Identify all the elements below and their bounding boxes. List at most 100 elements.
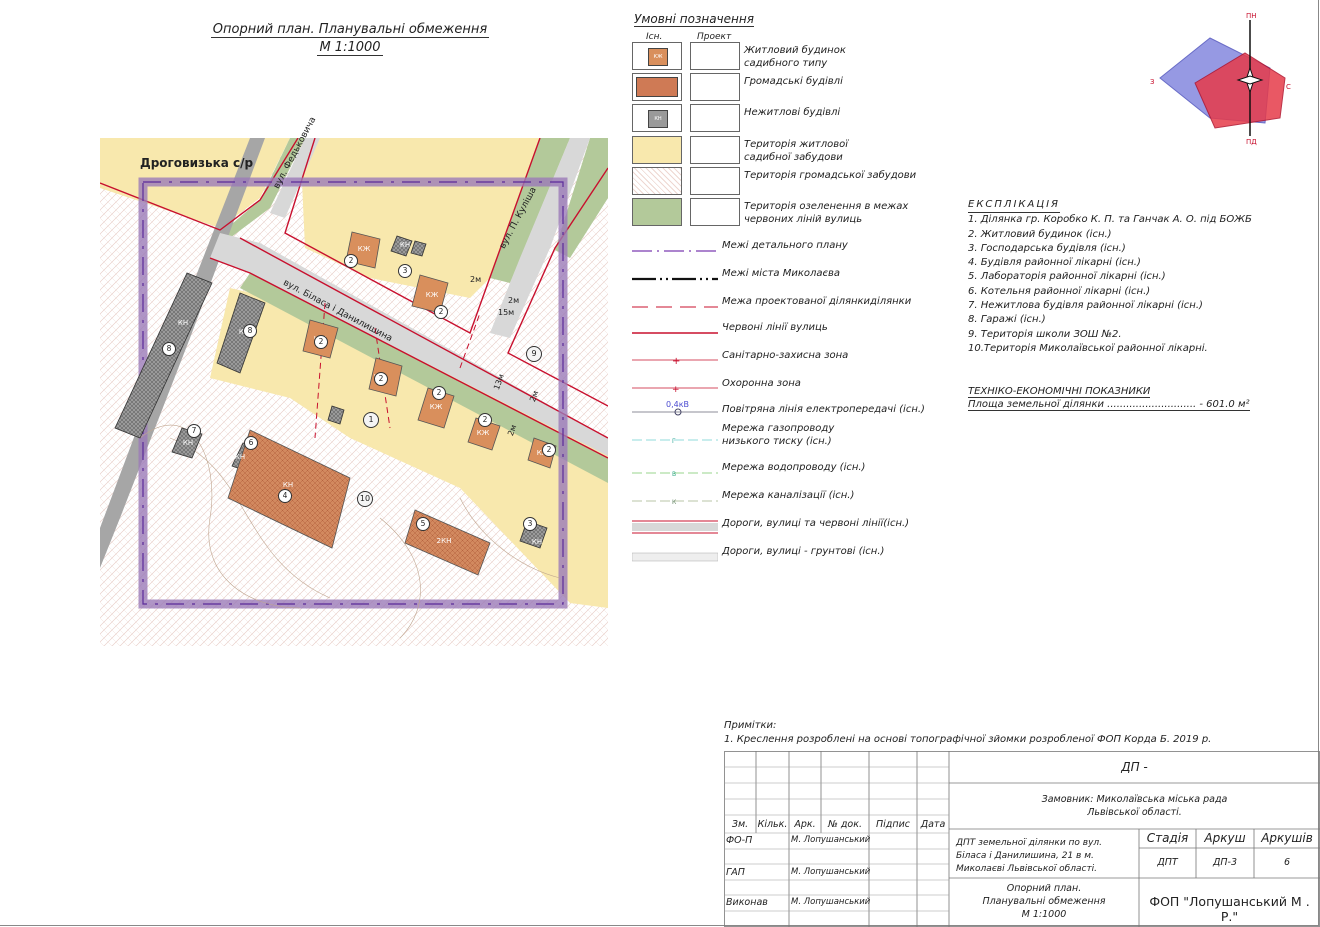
explication-item-6: 6. Котельня районної лікарні (існ.) bbox=[968, 285, 1151, 297]
tep-area-row: Площа земельної ділянки ................… bbox=[968, 399, 1250, 411]
stamp-stage: ДПТ bbox=[1157, 857, 1178, 868]
map-label-street-fedkovych: вул. Федьковича bbox=[272, 115, 319, 191]
building-code-label: КН bbox=[399, 241, 411, 249]
drawing-title: Опорний план. Планувальні обмеження М 1:… bbox=[180, 22, 520, 56]
explication: ЕКСПЛІКАЦІЯ 1. Ділянка гр. Коробко К. П.… bbox=[968, 198, 1252, 356]
legend-label-3: Нежитлові будівлі bbox=[744, 107, 841, 118]
explication-item-4: 4. Будівля районної лікарні (існ.) bbox=[968, 257, 1141, 269]
map-label-street-kulish: вул. П. Куліша bbox=[498, 185, 539, 251]
svg-text:В: В bbox=[672, 471, 676, 478]
building-number-marker: 2 bbox=[542, 443, 556, 457]
stamp-name-2: М. Лопушанський bbox=[791, 867, 871, 877]
stamp-customer: Замовник: Миколаївська міська рада Львів… bbox=[1041, 794, 1228, 818]
legend-label-7: Межі детального плану bbox=[722, 240, 848, 251]
legend-swatch-project-5 bbox=[690, 167, 740, 195]
tep: ТЕХНІКО-ЕКОНОМІЧНІ ПОКАЗНИКИ Площа земел… bbox=[968, 386, 1250, 411]
building-number-marker: 5 bbox=[416, 517, 430, 531]
legend-swatch-existing-1: КЖ bbox=[632, 42, 682, 70]
stamp-h-sign: Підпис bbox=[876, 819, 910, 830]
svg-text:Г: Г bbox=[672, 438, 676, 445]
building-number-marker: 2 bbox=[374, 372, 388, 386]
legend-line-symbol-17 bbox=[632, 519, 718, 538]
explication-title: ЕКСПЛІКАЦІЯ bbox=[968, 198, 1060, 214]
compass-w: З bbox=[1150, 78, 1155, 86]
building-code-label: КЖ bbox=[357, 245, 371, 253]
explication-item-5: 5. Лабораторія районної лікарні (існ.) bbox=[968, 271, 1166, 283]
explication-item-9: 9. Територія школи ЗОШ №2. bbox=[968, 328, 1122, 340]
legend-label-1: Житловий будинок садибного типу bbox=[744, 45, 846, 69]
stamp-h-kilk: Кільк. bbox=[757, 819, 788, 830]
legend-swatch-existing-4 bbox=[632, 136, 682, 164]
legend-swatch-project-6 bbox=[690, 198, 740, 226]
map-label-dim-2m-c: 2м bbox=[506, 423, 519, 438]
building-number-marker: 8 bbox=[243, 324, 257, 338]
legend-label-9: Межа проектованої ділянкиділянки bbox=[722, 296, 912, 307]
legend-line-symbol-9 bbox=[632, 297, 718, 316]
stamp-h-zm: Зм. bbox=[731, 819, 749, 830]
building-number-marker: 3 bbox=[398, 264, 412, 278]
stamp-drawing: Опорний план. Планувальні обмеження М 1:… bbox=[982, 883, 1106, 920]
legend-line-symbol-13: 0,4кВ bbox=[632, 399, 718, 421]
legend-line-symbol-14: Г bbox=[632, 430, 718, 449]
legend-line-symbol-8 bbox=[632, 269, 718, 288]
tep-title: ТЕХНІКО-ЕКОНОМІЧНІ ПОКАЗНИКИ bbox=[968, 386, 1151, 398]
legend-swatch-project-2 bbox=[690, 73, 740, 101]
plot-marker-9: 9 bbox=[526, 346, 542, 362]
legend-swatch-existing-5 bbox=[632, 167, 682, 195]
compass-n: ПН bbox=[1246, 12, 1257, 20]
building-number-marker: 4 bbox=[278, 489, 292, 503]
building-code-label: КЖ bbox=[476, 429, 490, 437]
map-label-settlement: Дроговизька с/р bbox=[140, 156, 254, 170]
building-number-marker: 2 bbox=[434, 305, 448, 319]
title-scale: М 1:1000 bbox=[317, 40, 383, 56]
building-code-label: КЖ bbox=[425, 291, 439, 299]
building-number-marker: 7 bbox=[187, 424, 201, 438]
legend-swatch-project-3 bbox=[690, 104, 740, 132]
building-code-label: КН bbox=[177, 319, 189, 327]
notes-title: Примітки: bbox=[724, 720, 777, 731]
plot-marker-10: 10 bbox=[357, 491, 373, 507]
title-block: Зм. Кільк. Арк. № док. Підпис Дата ФО-П … bbox=[724, 751, 1320, 927]
stamp-stage-header: Стадія bbox=[1146, 831, 1189, 845]
building-code-label: 2КН bbox=[436, 537, 452, 545]
building-number-marker: 6 bbox=[244, 436, 258, 450]
legend-label-10: Червоні лінії вулиць bbox=[722, 322, 828, 333]
legend-label-18: Дороги, вулиці - грунтові (існ.) bbox=[722, 546, 885, 557]
map-label-dim-13m: 13м bbox=[492, 372, 507, 392]
explication-list: 1. Ділянка гр. Коробко К. П. та Ганчак А… bbox=[968, 213, 1252, 356]
legend-label-5: Територія громадської забудови bbox=[744, 170, 917, 181]
legend-label-8: Межі міста Миколаєва bbox=[722, 268, 841, 279]
stamp-project: ДПТ земельної ділянки по вул. Біласа і Д… bbox=[956, 838, 1103, 874]
building-number-marker: 2 bbox=[432, 386, 446, 400]
wind-rose: ПН ПД З С bbox=[1150, 12, 1291, 146]
stamp-code: ДП - bbox=[1121, 760, 1148, 774]
legend-label-14: Мережа газопроводу низького тиску (існ.) bbox=[722, 423, 835, 447]
building-number-marker: 2 bbox=[478, 413, 492, 427]
svg-text:К: К bbox=[672, 499, 677, 506]
stamp-firm: ФОП "Лопушанський М . Р." bbox=[1149, 894, 1310, 924]
building-number-marker: 2 bbox=[344, 254, 358, 268]
explication-item-3: 3. Господарська будівля (існ.) bbox=[968, 242, 1126, 254]
compass-s: ПД bbox=[1246, 138, 1257, 146]
legend-swatch-existing-6 bbox=[632, 198, 682, 226]
building-number-marker: 2 bbox=[314, 335, 328, 349]
compass-e: С bbox=[1286, 83, 1291, 91]
stamp-role-2: ГАП bbox=[726, 867, 745, 878]
map-labels: Дроговизька с/р вул. Федьковича вул. Білас… bbox=[100, 115, 608, 646]
stamp-sheet-header: Аркуш bbox=[1204, 831, 1246, 845]
building-code-label: КЖ bbox=[429, 403, 443, 411]
legend-col-existing: Існ. bbox=[646, 32, 663, 42]
map-label-street-bilas: вул. Біласа і Данилишина bbox=[281, 278, 394, 345]
notes: Примітки: 1. Креслення розроблені на осн… bbox=[724, 719, 1211, 747]
legend-label-13: Повітряна лінія електропередачі (існ.) bbox=[722, 404, 925, 415]
legend-col-project: Проект bbox=[697, 32, 732, 42]
building-code-label: КН bbox=[234, 453, 246, 461]
legend-label-17: Дороги, вулиці та червоні лінії(існ.) bbox=[722, 518, 910, 529]
legend-swatch-existing-3: КН bbox=[632, 104, 682, 132]
legend-swatch-project-4 bbox=[690, 136, 740, 164]
stamp-h-doc: № док. bbox=[827, 819, 863, 830]
building-code-label: КН bbox=[531, 538, 543, 546]
map-label-dim-15m: 15м bbox=[498, 308, 515, 317]
stamp-role-3: Виконав bbox=[726, 897, 768, 908]
svg-text:0,4кВ: 0,4кВ bbox=[666, 400, 689, 409]
